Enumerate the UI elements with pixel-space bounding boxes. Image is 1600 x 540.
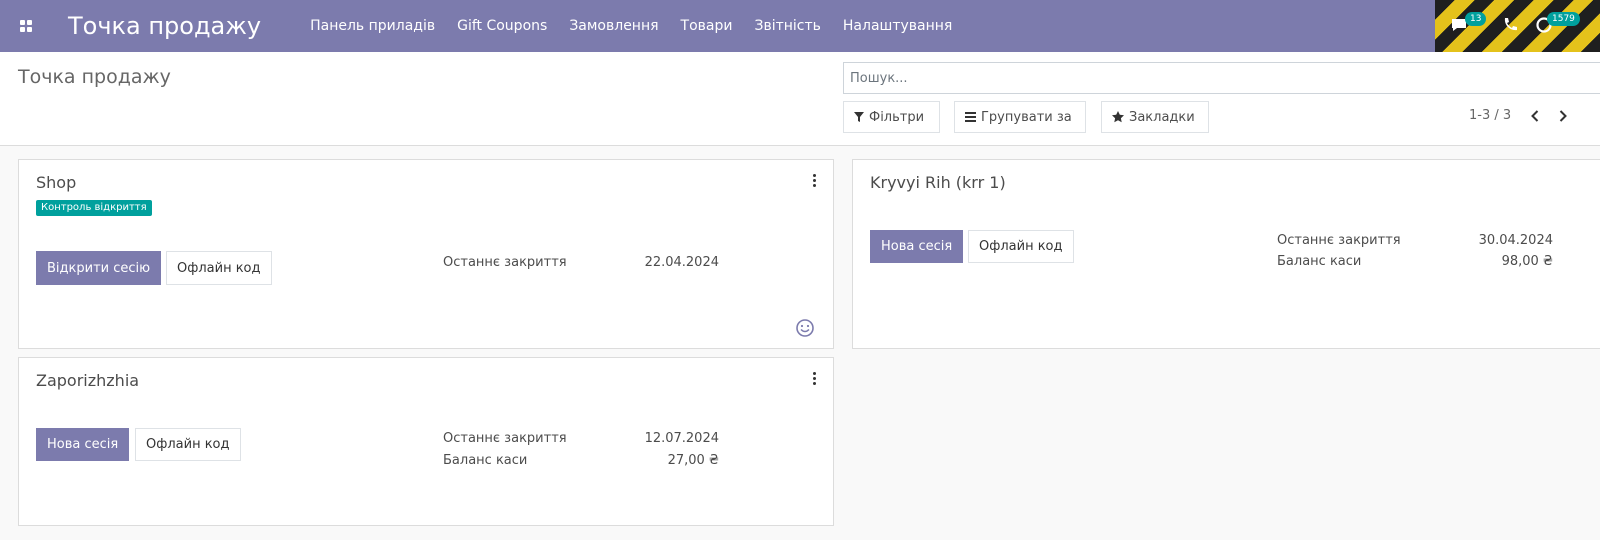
app-brand[interactable]: Точка продажу: [68, 12, 261, 40]
favorites-label: Закладки: [1129, 109, 1195, 125]
favorites-button[interactable]: Закладки: [1101, 101, 1209, 133]
smiley-icon[interactable]: [795, 318, 815, 338]
new-session-button[interactable]: Нова сесія: [36, 428, 130, 461]
cash-balance-label: Баланс каси: [1277, 254, 1362, 269]
cash-balance-value: 98,00 ₴: [1501, 254, 1553, 269]
last-closing-value: 30.04.2024: [1478, 233, 1553, 248]
offline-code-button[interactable]: Офлайн код: [968, 230, 1074, 263]
last-closing-label: Останнє закриття: [443, 255, 567, 270]
pager-previous-button[interactable]: [1525, 105, 1545, 127]
page-title: Точка продажу: [18, 66, 171, 88]
filters-label: Фільтри: [869, 109, 925, 125]
menu-item-reporting[interactable]: Звітність: [743, 0, 831, 52]
pos-card-zaporizhzhia: Zaporizhzhia Нова сесія Офлайн код Остан…: [18, 357, 834, 526]
messages-badge: 13: [1465, 12, 1487, 26]
pos-card-shop: Shop Контроль відкриття Відкрити сесію О…: [18, 159, 834, 349]
chevron-left-icon: [1531, 110, 1539, 122]
main-menu: Панель приладів Gift Coupons Замовлення …: [299, 0, 963, 52]
top-navbar: Точка продажу Панель приладів Gift Coupo…: [0, 0, 1600, 52]
group-by-button[interactable]: Групувати за: [954, 101, 1086, 133]
activity-badge: 1579: [1547, 12, 1580, 26]
menu-item-dashboard[interactable]: Панель приладів: [299, 0, 446, 52]
card-title: Kryvyi Rih (krr 1): [870, 173, 1006, 192]
card-title: Zaporizhzhia: [36, 371, 140, 390]
search-box: [843, 62, 1600, 94]
pager-value[interactable]: 1-3 / 3: [1469, 108, 1511, 123]
star-icon: [1112, 111, 1124, 123]
menu-item-orders[interactable]: Замовлення: [558, 0, 669, 52]
new-session-button[interactable]: Нова сесія: [870, 230, 964, 263]
pos-card-kryvyi-rih: Kryvyi Rih (krr 1) Нова сесія Офлайн код…: [852, 159, 1600, 349]
systray: 13 1579: [1435, 0, 1600, 52]
menu-item-gift-coupons[interactable]: Gift Coupons: [446, 0, 558, 52]
apps-menu-button[interactable]: [0, 0, 52, 52]
pager-next-button[interactable]: [1553, 105, 1573, 127]
list-icon: [965, 112, 976, 122]
last-closing-value: 12.07.2024: [644, 431, 719, 446]
offline-code-button[interactable]: Офлайн код: [166, 251, 272, 285]
filter-icon: [854, 112, 864, 122]
card-dropdown-button[interactable]: [809, 172, 819, 188]
last-closing-label: Останнє закриття: [1277, 233, 1401, 248]
grid-icon: [20, 20, 32, 32]
card-title: Shop: [36, 173, 77, 192]
cash-balance-label: Баланс каси: [443, 453, 528, 468]
menu-item-configuration[interactable]: Налаштування: [832, 0, 963, 52]
search-input[interactable]: [844, 63, 1600, 93]
filters-button[interactable]: Фільтри: [843, 101, 940, 133]
offline-code-button[interactable]: Офлайн код: [135, 428, 241, 461]
phone-icon[interactable]: [1498, 13, 1522, 37]
open-session-button[interactable]: Відкрити сесію: [36, 251, 162, 285]
last-closing-label: Останнє закриття: [443, 431, 567, 446]
last-closing-value: 22.04.2024: [644, 255, 719, 270]
status-tag: Контроль відкриття: [36, 200, 152, 216]
cash-balance-value: 27,00 ₴: [667, 453, 719, 468]
card-dropdown-button[interactable]: [809, 370, 819, 386]
control-panel: Точка продажу Фільтри Групувати за Закла…: [0, 52, 1600, 146]
group-by-label: Групувати за: [981, 109, 1072, 125]
chevron-right-icon: [1559, 110, 1567, 122]
menu-item-products[interactable]: Товари: [670, 0, 744, 52]
